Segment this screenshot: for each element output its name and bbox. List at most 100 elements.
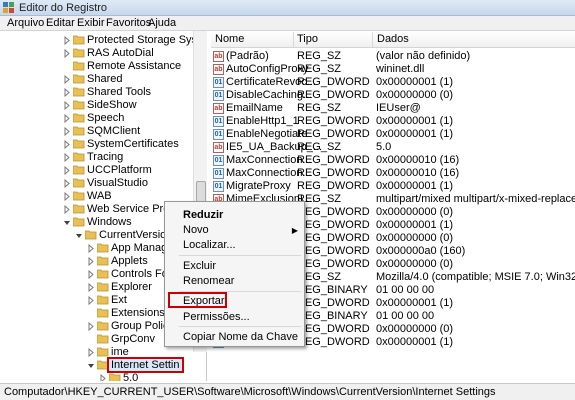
ctx-renomear[interactable]: Renomear [183, 275, 234, 288]
value-row[interactable]: ab EmailName REG_SZ IEUser@ [211, 102, 575, 115]
tree-node[interactable]: Remote Assistance [0, 60, 193, 73]
context-menu: Reduzir Novo ▶ Localizar... Excluir Reno… [164, 201, 305, 347]
collapse-arrow-icon[interactable] [88, 361, 95, 370]
value-row[interactable]: 01 EnableNegotiate REG_DWORD 0x00000001 (1) [211, 128, 575, 141]
ctx-reduzir[interactable]: Reduzir [183, 209, 223, 222]
expand-arrow-icon[interactable] [64, 49, 71, 58]
expand-arrow-icon[interactable] [64, 166, 71, 175]
expand-arrow-icon[interactable] [88, 244, 95, 253]
expand-arrow-icon[interactable] [64, 140, 71, 149]
string-icon: ab [213, 103, 224, 114]
tree-node-label[interactable]: SQMClient [87, 125, 140, 138]
tree-node[interactable]: SideShow [0, 99, 193, 112]
value-row[interactable]: ab AutoConfigProxy REG_SZ wininet.dll [211, 63, 575, 76]
ctx-copiar-nome[interactable]: Copiar Nome da Chave [183, 331, 298, 344]
expand-arrow-icon[interactable] [64, 114, 71, 123]
folder-icon [73, 165, 85, 175]
tree-node[interactable]: SQMClient [0, 125, 193, 138]
tree-node[interactable]: RAS AutoDial [0, 47, 193, 60]
expand-arrow-icon[interactable] [64, 179, 71, 188]
tree-node-label[interactable]: Shared Tools [87, 86, 151, 99]
binary-icon: 01 [213, 129, 224, 140]
expand-arrow-icon[interactable] [88, 257, 95, 266]
tree-node[interactable]: Shared Tools [0, 86, 193, 99]
tree-node-label-selected[interactable]: Internet Settin [107, 357, 184, 373]
tree-node-label[interactable]: SideShow [87, 99, 137, 112]
expand-arrow-icon[interactable] [88, 322, 95, 331]
expand-arrow-icon[interactable] [88, 348, 95, 357]
value-row[interactable]: 01 MaxConnection... REG_DWORD 0x00000010 (1… [211, 154, 575, 167]
tree-node[interactable]: 5.0 [0, 372, 193, 381]
tree-node-label[interactable]: Explorer [111, 281, 152, 294]
tree-node-label[interactable]: Shared [87, 73, 122, 86]
ctx-novo[interactable]: Novo [183, 224, 209, 237]
tree-node-label[interactable]: WAB [87, 190, 112, 203]
value-row[interactable]: 01 MaxConnection... REG_DWORD 0x00000010 (1… [211, 167, 575, 180]
ctx-permissoes[interactable]: Permissões... [183, 311, 250, 324]
menu-editar[interactable]: Editar [43, 17, 78, 30]
expand-arrow-icon[interactable] [64, 192, 71, 201]
tree-node-label[interactable]: Extensions [111, 307, 165, 320]
ctx-localizar[interactable]: Localizar... [183, 239, 236, 252]
value-name: EmailName [226, 102, 283, 114]
tree-node[interactable]: Protected Storage System Prov [0, 34, 206, 47]
expand-arrow-icon[interactable] [64, 101, 71, 110]
tree-node-label[interactable]: UCCPlatform [87, 164, 152, 177]
value-row[interactable]: 01 DisableCaching... REG_DWORD 0x00000000 (… [211, 89, 575, 102]
value-row[interactable]: 01 MigrateProxy REG_DWORD 0x00000001 (1) [211, 180, 575, 193]
tree-node-label[interactable]: CurrentVersion [99, 229, 172, 242]
tree-node-label[interactable]: Tracing [87, 151, 123, 164]
expand-arrow-icon[interactable] [100, 374, 107, 381]
expand-arrow-icon[interactable] [64, 153, 71, 162]
expand-arrow-icon[interactable] [64, 36, 71, 45]
tree-node-label[interactable]: SystemCertificates [87, 138, 179, 151]
folder-icon [97, 256, 109, 266]
expand-arrow-icon[interactable] [64, 127, 71, 136]
tree-node-label[interactable]: Applets [111, 255, 148, 268]
tree-node-label[interactable]: Remote Assistance [87, 60, 181, 73]
collapse-arrow-icon[interactable] [64, 218, 71, 227]
expand-arrow-icon[interactable] [64, 75, 71, 84]
expand-arrow-icon[interactable] [88, 296, 95, 305]
tree-node-label[interactable]: GrpConv [111, 333, 155, 346]
column-divider[interactable] [293, 32, 294, 47]
value-type: REG_SZ [297, 141, 342, 153]
expand-arrow-icon[interactable] [88, 270, 95, 279]
menu-ajuda[interactable]: Ajuda [145, 17, 179, 30]
tree-node[interactable]: VisualStudio [0, 177, 193, 190]
window-title: Editor do Registro [19, 2, 108, 14]
value-data: 0x00000000 (0) [376, 206, 454, 218]
tree-node-label[interactable]: VisualStudio [87, 177, 148, 190]
value-type: REG_DWORD [297, 180, 370, 192]
status-path: Computador\HKEY_CURRENT_USER\Software\Mi… [4, 386, 496, 398]
tree-node[interactable]: Shared [0, 73, 193, 86]
list-header: Nome Tipo Dados [211, 31, 575, 48]
tree-node-label[interactable]: 5.0 [123, 372, 138, 381]
collapse-arrow-icon[interactable] [76, 231, 83, 240]
value-row[interactable]: ab IE5_UA_Backup_... REG_SZ 5.0 [211, 141, 575, 154]
tree-node-label[interactable]: RAS AutoDial [87, 47, 154, 60]
ctx-excluir[interactable]: Excluir [183, 260, 216, 273]
expand-arrow-icon[interactable] [64, 205, 71, 214]
tree-node[interactable]: SystemCertificates [0, 138, 193, 151]
tree-node[interactable]: Tracing [0, 151, 193, 164]
value-row[interactable]: ab (Padrão) REG_SZ (valor não definido) [211, 50, 575, 63]
expand-arrow-icon[interactable] [88, 283, 95, 292]
value-row[interactable]: 01 CertificateRevoc... REG_DWORD 0x00000001… [211, 76, 575, 89]
column-header-name[interactable]: Nome [215, 33, 244, 46]
menu-arquivo[interactable]: Arquivo [4, 17, 47, 30]
expand-arrow-icon[interactable] [64, 88, 71, 97]
value-data: 0x00000000 (0) [376, 323, 454, 335]
binary-icon: 01 [213, 181, 224, 192]
tree-node-label[interactable]: Windows [87, 216, 132, 229]
tree-node[interactable]: UCCPlatform [0, 164, 193, 177]
tree-node-label[interactable]: Ext [111, 294, 127, 307]
column-divider[interactable] [372, 32, 373, 47]
tree-node-label[interactable]: Protected Storage System Prov [87, 34, 206, 47]
tree-node[interactable]: Internet Settin [0, 357, 193, 373]
tree-node-label[interactable]: Speech [87, 112, 124, 125]
column-header-data[interactable]: Dados [377, 33, 409, 46]
column-header-type[interactable]: Tipo [297, 33, 318, 46]
tree-node[interactable]: Speech [0, 112, 193, 125]
value-row[interactable]: 01 EnableHttp1_1 REG_DWORD 0x00000001 (1) [211, 115, 575, 128]
